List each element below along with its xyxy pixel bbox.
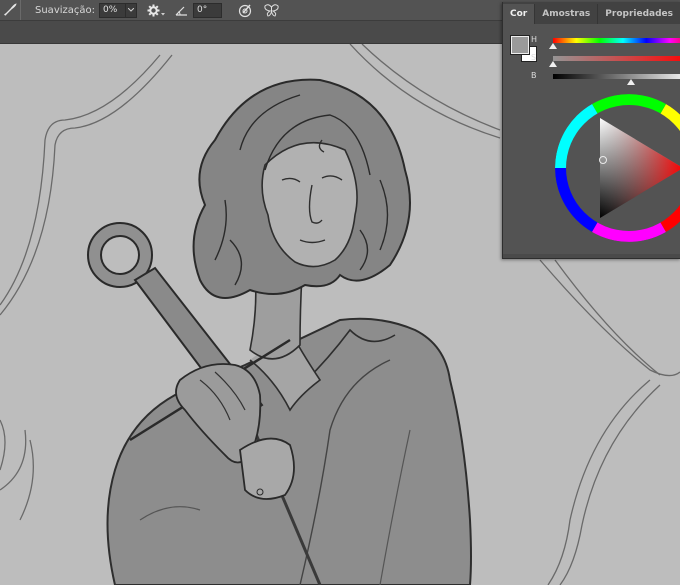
tab-amostras[interactable]: Amostras xyxy=(535,4,599,24)
saturation-label: S xyxy=(531,53,537,62)
smoothing-label: Suavização: xyxy=(35,4,95,16)
hue-label: H xyxy=(531,35,538,44)
chevron-down-icon xyxy=(128,8,134,12)
hue-thumb[interactable] xyxy=(549,43,557,49)
tab-cor[interactable]: Cor xyxy=(503,4,536,24)
angle-icon xyxy=(175,5,188,16)
saturation-thumb[interactable] xyxy=(549,61,557,67)
color-wheel[interactable] xyxy=(555,94,680,244)
gear-dropdown-arrow[interactable] xyxy=(161,12,165,16)
panel-tabs: Cor Amostras Propriedades xyxy=(503,2,680,24)
gear-icon[interactable] xyxy=(147,4,160,17)
panel-resize-handle[interactable] xyxy=(503,254,680,258)
angle-input[interactable]: 0° xyxy=(193,2,222,18)
brightness-thumb[interactable] xyxy=(627,79,635,85)
saturation-slider[interactable]: S xyxy=(531,53,680,67)
color-panel: Cor Amostras Propriedades H S B xyxy=(502,2,680,259)
symmetry-butterfly-icon[interactable] xyxy=(264,3,279,17)
brush-settings-icon[interactable] xyxy=(0,0,21,20)
brightness-label: B xyxy=(531,71,537,80)
smoothing-dropdown[interactable] xyxy=(126,2,137,18)
foreground-color-swatch[interactable] xyxy=(510,35,530,55)
pressure-brush-icon[interactable] xyxy=(238,3,253,18)
smoothing-input[interactable]: 0% xyxy=(99,2,126,18)
brightness-slider[interactable]: B xyxy=(531,71,680,85)
hue-slider[interactable]: H xyxy=(531,35,680,49)
tab-propriedades[interactable]: Propriedades xyxy=(598,4,680,24)
